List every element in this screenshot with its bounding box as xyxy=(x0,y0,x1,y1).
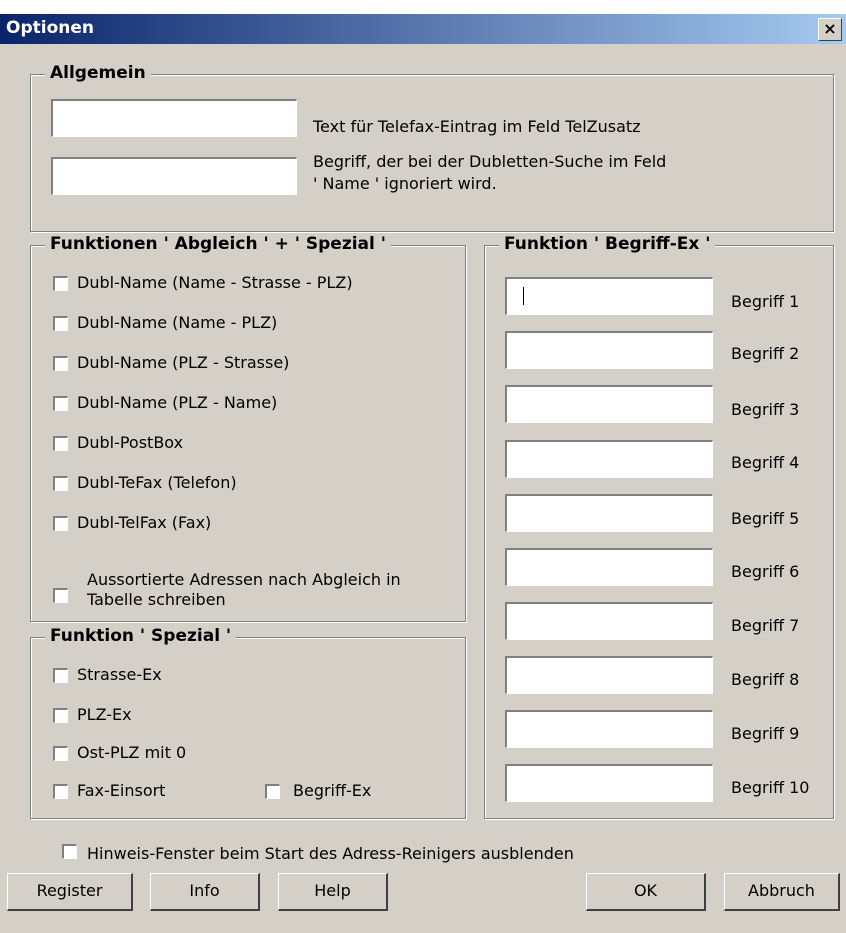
dubl-name-np-checkbox[interactable] xyxy=(53,316,68,331)
strasse-ex-label[interactable]: Strasse-Ex xyxy=(77,665,162,684)
close-icon[interactable]: × xyxy=(818,18,842,41)
legend-abgleich: Funktionen ' Abgleich ' + ' Spezial ' xyxy=(45,234,391,254)
begriff-6-input[interactable] xyxy=(505,548,713,586)
telefax-entry-input[interactable] xyxy=(51,99,297,137)
info-button[interactable]: Info xyxy=(150,873,260,911)
dubl-postbox-checkbox[interactable] xyxy=(53,436,68,451)
begriff-8-label: Begriff 8 xyxy=(731,670,800,689)
ignore-name-label-1: Begriff, der bei der Dubletten-Suche im … xyxy=(313,152,667,171)
dubl-name-nsp-checkbox[interactable] xyxy=(53,276,68,291)
begriff-ex-checkbox[interactable] xyxy=(265,784,280,799)
group-allgemein: Allgemein Text für Telefax-Eintrag im Fe… xyxy=(30,63,834,232)
dubl-name-np-label[interactable]: Dubl-Name (Name - PLZ) xyxy=(77,313,277,332)
dubl-name-ps-label[interactable]: Dubl-Name (PLZ - Strasse) xyxy=(77,353,289,372)
begriff-6-label: Begriff 6 xyxy=(731,562,800,581)
dubl-tefax-label[interactable]: Dubl-TeFax (Telefon) xyxy=(77,473,237,492)
hinweis-label[interactable]: Hinweis-Fenster beim Start des Adress-Re… xyxy=(87,844,574,863)
legend-begriff: Funktion ' Begriff-Ex ' xyxy=(499,234,716,254)
begriff-ex-label[interactable]: Begriff-Ex xyxy=(293,781,371,800)
ignore-name-input[interactable] xyxy=(51,157,297,195)
begriff-5-label: Begriff 5 xyxy=(731,509,800,528)
begriff-2-label: Begriff 2 xyxy=(731,344,800,363)
window-title: Optionen xyxy=(6,18,94,38)
help-button[interactable]: Help xyxy=(278,873,388,911)
aussort-label-2[interactable]: Tabelle schreiben xyxy=(87,590,226,609)
group-begriff: Funktion ' Begriff-Ex ' Begriff 1 Begrif… xyxy=(484,234,834,819)
fax-einsort-checkbox[interactable] xyxy=(53,784,68,799)
begriff-7-label: Begriff 7 xyxy=(731,616,800,635)
begriff-1-input[interactable] xyxy=(505,277,713,315)
dubl-name-pn-checkbox[interactable] xyxy=(53,396,68,411)
aussort-checkbox[interactable] xyxy=(53,588,68,603)
dubl-name-pn-label[interactable]: Dubl-Name (PLZ - Name) xyxy=(77,393,277,412)
begriff-9-label: Begriff 9 xyxy=(731,724,800,743)
text-caret xyxy=(523,287,524,305)
aussort-label-1[interactable]: Aussortierte Adressen nach Abgleich in xyxy=(87,570,401,589)
dubl-telfax-label[interactable]: Dubl-TelFax (Fax) xyxy=(77,513,211,532)
ok-button[interactable]: OK xyxy=(586,873,706,911)
ost-plz-label[interactable]: Ost-PLZ mit 0 xyxy=(77,743,186,762)
hinweis-checkbox[interactable] xyxy=(62,844,77,859)
group-spezial: Funktion ' Spezial ' Strasse-Ex PLZ-Ex O… xyxy=(30,626,466,819)
title-bar: Optionen × xyxy=(0,14,846,44)
abbruch-button[interactable]: Abbruch xyxy=(724,873,840,911)
options-dialog: Optionen × Allgemein Text für Telefax-Ei… xyxy=(0,14,846,933)
begriff-3-input[interactable] xyxy=(505,385,713,423)
ignore-name-label-2: ' Name ' ignoriert wird. xyxy=(313,174,497,193)
dubl-name-nsp-label[interactable]: Dubl-Name (Name - Strasse - PLZ) xyxy=(77,273,353,292)
telefax-entry-label: Text für Telefax-Eintrag im Feld TelZusa… xyxy=(313,117,641,136)
dubl-postbox-label[interactable]: Dubl-PostBox xyxy=(77,433,183,452)
begriff-5-input[interactable] xyxy=(505,494,713,532)
begriff-4-label: Begriff 4 xyxy=(731,453,800,472)
ost-plz-checkbox[interactable] xyxy=(53,746,68,761)
begriff-1-label: Begriff 1 xyxy=(731,292,800,311)
begriff-2-input[interactable] xyxy=(505,331,713,369)
begriff-9-input[interactable] xyxy=(505,710,713,748)
strasse-ex-checkbox[interactable] xyxy=(53,668,68,683)
legend-spezial: Funktion ' Spezial ' xyxy=(45,626,237,646)
register-button[interactable]: Register xyxy=(7,873,133,911)
dubl-name-ps-checkbox[interactable] xyxy=(53,356,68,371)
dubl-telfax-checkbox[interactable] xyxy=(53,516,68,531)
fax-einsort-label[interactable]: Fax-Einsort xyxy=(77,781,165,800)
group-abgleich: Funktionen ' Abgleich ' + ' Spezial ' Du… xyxy=(30,234,466,622)
plz-ex-label[interactable]: PLZ-Ex xyxy=(77,705,132,724)
begriff-10-label: Begriff 10 xyxy=(731,778,810,797)
dubl-tefax-checkbox[interactable] xyxy=(53,476,68,491)
begriff-4-input[interactable] xyxy=(505,440,713,478)
begriff-7-input[interactable] xyxy=(505,602,713,640)
begriff-10-input[interactable] xyxy=(505,764,713,802)
begriff-8-input[interactable] xyxy=(505,656,713,694)
begriff-3-label: Begriff 3 xyxy=(731,400,800,419)
legend-allgemein: Allgemein xyxy=(45,63,151,83)
plz-ex-checkbox[interactable] xyxy=(53,708,68,723)
